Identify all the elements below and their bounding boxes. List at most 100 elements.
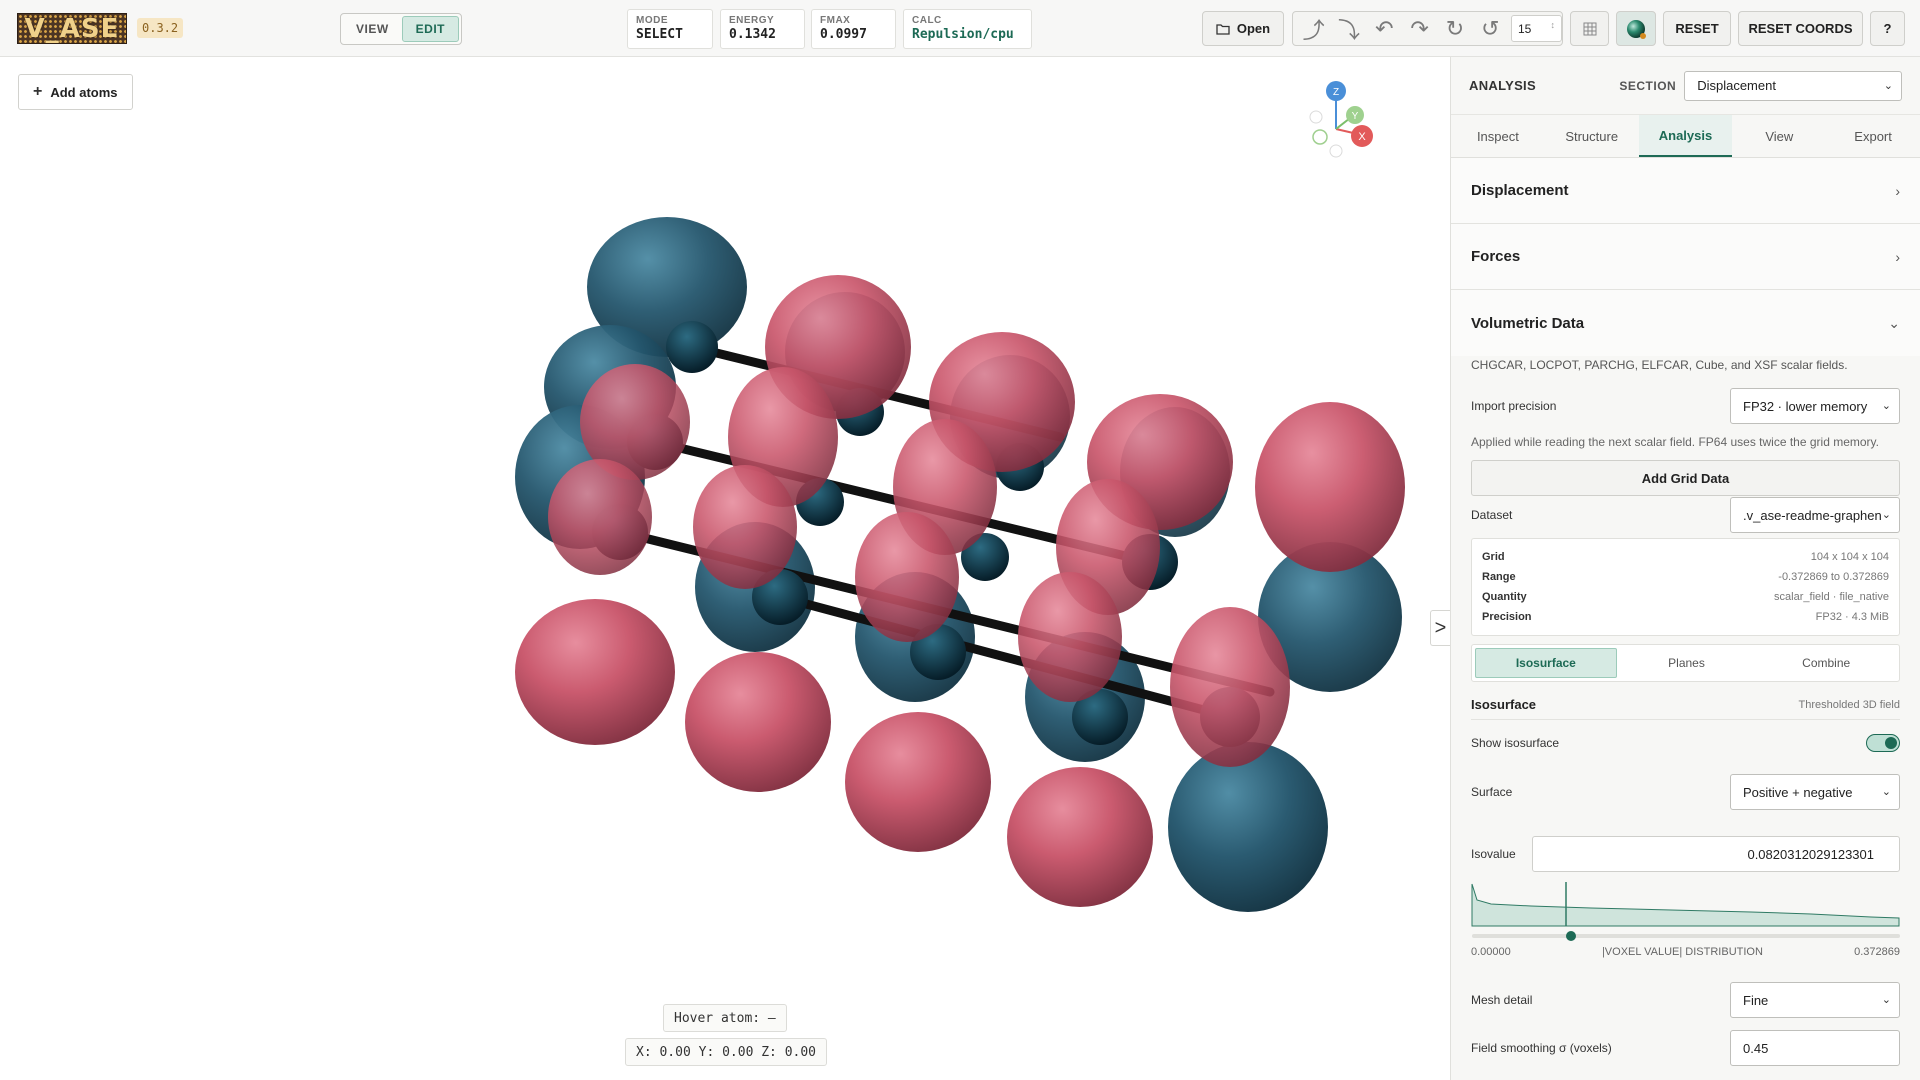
- grid-toggle-button[interactable]: [1570, 11, 1609, 46]
- mesh-detail-select[interactable]: Fine ⌄: [1730, 982, 1900, 1018]
- positive-lobe: [515, 599, 675, 745]
- import-precision-label: Import precision: [1471, 399, 1557, 413]
- positive-lobe: [1170, 607, 1290, 767]
- top-toolbar: V_ASE 0.3.2 VIEW EDIT MODE SELECT ENERGY…: [0, 0, 1920, 57]
- volumetric-section-header[interactable]: Volumetric Data ⌄: [1451, 290, 1920, 356]
- precision-hint: Applied while reading the next scalar fi…: [1471, 435, 1879, 449]
- add-grid-data-button[interactable]: Add Grid Data: [1471, 460, 1900, 496]
- isosurface-group: [515, 217, 1405, 912]
- chevron-down-icon: ⌄: [1881, 400, 1891, 412]
- fmax-stat: FMAX 0.0997: [811, 9, 896, 49]
- energy-stat: ENERGY 0.1342: [720, 9, 805, 49]
- hover-atom-readout: Hover atom: –: [663, 1004, 787, 1032]
- forces-section-header[interactable]: Forces ›: [1451, 224, 1920, 290]
- render-style-button[interactable]: [1616, 11, 1656, 46]
- chevron-right-icon: ›: [1895, 182, 1900, 199]
- histogram-axis: 0.00000 |VOXEL VALUE| DISTRIBUTION 0.372…: [1471, 946, 1900, 958]
- smoothing-label: Field smoothing σ (voxels): [1471, 1041, 1612, 1055]
- positive-lobe: [845, 712, 991, 852]
- positive-lobe: [685, 652, 831, 792]
- volumetric-description: CHGCAR, LOCPOT, PARCHG, ELFCAR, Cube, an…: [1471, 358, 1848, 372]
- section-label: SECTION: [1619, 78, 1677, 93]
- negative-lobe: [1168, 742, 1328, 912]
- folder-icon: [1216, 23, 1230, 35]
- voxel-histogram[interactable]: [1471, 882, 1901, 942]
- mesh-detail-label: Mesh detail: [1471, 993, 1533, 1007]
- sphere-icon: [1627, 19, 1646, 39]
- stepper-icon[interactable]: ↕: [1550, 20, 1555, 30]
- reset-coords-button[interactable]: RESET COORDS: [1738, 11, 1863, 46]
- positive-lobe: [1018, 572, 1122, 702]
- 3d-viewport[interactable]: + Add atoms Z Y X Hover atom: – X: 0.00 …: [0, 57, 1450, 1080]
- isosurface-header: Isosurface Thresholded 3D field: [1471, 690, 1900, 720]
- svg-text:Z: Z: [1333, 87, 1339, 98]
- tab-analysis[interactable]: Analysis: [1638, 115, 1733, 157]
- rotation-toolgroup: ⤴ ⤵ ↶ ↷ ↻ ↺ 15 ↕: [1292, 11, 1563, 46]
- panel-collapse-button[interactable]: >: [1430, 610, 1450, 646]
- surface-select[interactable]: Positive + negative ⌄: [1730, 774, 1900, 810]
- axis-gizmo[interactable]: Z Y X: [1300, 79, 1380, 159]
- chevron-down-icon: ⌄: [1881, 786, 1891, 798]
- tab-inspect[interactable]: Inspect: [1451, 115, 1545, 157]
- smoothing-input[interactable]: 0.45: [1730, 1030, 1900, 1066]
- tab-structure[interactable]: Structure: [1545, 115, 1639, 157]
- grid-icon: [1583, 22, 1596, 35]
- dataset-select[interactable]: .v_ase-readme-graphen ⌄: [1730, 497, 1900, 533]
- chevron-down-icon: ⌄: [1883, 79, 1893, 92]
- svg-text:Y: Y: [1352, 111, 1359, 122]
- panel-tabs: Inspect Structure Analysis View Export: [1451, 114, 1920, 158]
- plus-icon: +: [33, 83, 43, 100]
- positive-lobe: [1007, 767, 1153, 907]
- reset-button[interactable]: RESET: [1663, 11, 1731, 46]
- isovalue-input[interactable]: 0.0820312029123301: [1532, 836, 1900, 872]
- positive-lobe: [855, 512, 959, 642]
- help-button[interactable]: ?: [1870, 11, 1905, 46]
- subtab-planes[interactable]: Planes: [1617, 648, 1757, 678]
- view-mode-button[interactable]: VIEW: [343, 16, 402, 42]
- rotate-right-icon[interactable]: ↷: [1405, 15, 1434, 43]
- isovalue-slider-thumb[interactable]: [1566, 931, 1576, 941]
- tab-view[interactable]: View: [1732, 115, 1826, 157]
- molecule-scene[interactable]: [0, 57, 1450, 1080]
- import-precision-select[interactable]: FP32 · lower memory ⌄: [1730, 388, 1900, 424]
- tab-export[interactable]: Export: [1826, 115, 1920, 157]
- calc-stat: CALC Repulsion/cpu: [903, 9, 1032, 49]
- version-badge: 0.3.2: [137, 18, 184, 38]
- svg-text:X: X: [1358, 131, 1366, 143]
- volumetric-section-body: CHGCAR, LOCPOT, PARCHG, ELFCAR, Cube, an…: [1451, 356, 1920, 1066]
- show-isosurface-label: Show isosurface: [1471, 736, 1560, 750]
- rotate-left-icon[interactable]: ↶: [1370, 15, 1399, 43]
- cursor-coords-readout: X: 0.00 Y: 0.00 Z: 0.00: [625, 1038, 828, 1066]
- rotate-down-icon[interactable]: ⤵: [1334, 15, 1363, 43]
- volumetric-subtabs: Isosurface Planes Combine: [1471, 644, 1900, 682]
- positive-lobe: [693, 465, 797, 589]
- dataset-info: Grid 104 x 104 x 104 Range -0.372869 to 0.…: [1471, 538, 1900, 636]
- edit-mode-button[interactable]: EDIT: [401, 16, 460, 42]
- add-atoms-button[interactable]: + Add atoms: [18, 74, 133, 110]
- chevron-down-icon: ⌄: [1881, 508, 1891, 521]
- rotate-up-icon[interactable]: ⤴: [1299, 15, 1328, 43]
- surface-label: Surface: [1471, 785, 1513, 799]
- chevron-down-icon: ⌄: [1888, 314, 1900, 331]
- mode-toggle: VIEW EDIT: [340, 13, 463, 45]
- dataset-label: Dataset: [1471, 508, 1513, 522]
- positive-lobe: [1255, 402, 1405, 572]
- subtab-isosurface[interactable]: Isosurface: [1475, 648, 1617, 678]
- displacement-section-header[interactable]: Displacement ›: [1451, 158, 1920, 224]
- mode-stat: MODE SELECT: [627, 9, 713, 49]
- chevron-down-icon: ⌄: [1881, 994, 1891, 1006]
- isovalue-label: Isovalue: [1471, 847, 1516, 861]
- rotation-step-input[interactable]: 15 ↕: [1510, 15, 1562, 42]
- app-logo: V_ASE: [17, 13, 127, 44]
- open-button[interactable]: Open: [1202, 11, 1284, 46]
- rotate-ccw-icon[interactable]: ↻: [1440, 15, 1469, 43]
- section-select[interactable]: Displacement ⌄: [1684, 70, 1902, 101]
- panel-title: ANALYSIS: [1469, 78, 1536, 93]
- chevron-right-icon: ›: [1895, 248, 1900, 265]
- subtab-combine[interactable]: Combine: [1756, 648, 1896, 678]
- show-isosurface-toggle[interactable]: [1866, 734, 1900, 752]
- analysis-panel: ANALYSIS SECTION Displacement ⌄ Inspect …: [1450, 57, 1920, 1080]
- rotate-cw-icon[interactable]: ↺: [1476, 15, 1505, 43]
- positive-lobe: [548, 459, 652, 575]
- panel-header: ANALYSIS SECTION Displacement ⌄: [1451, 57, 1920, 114]
